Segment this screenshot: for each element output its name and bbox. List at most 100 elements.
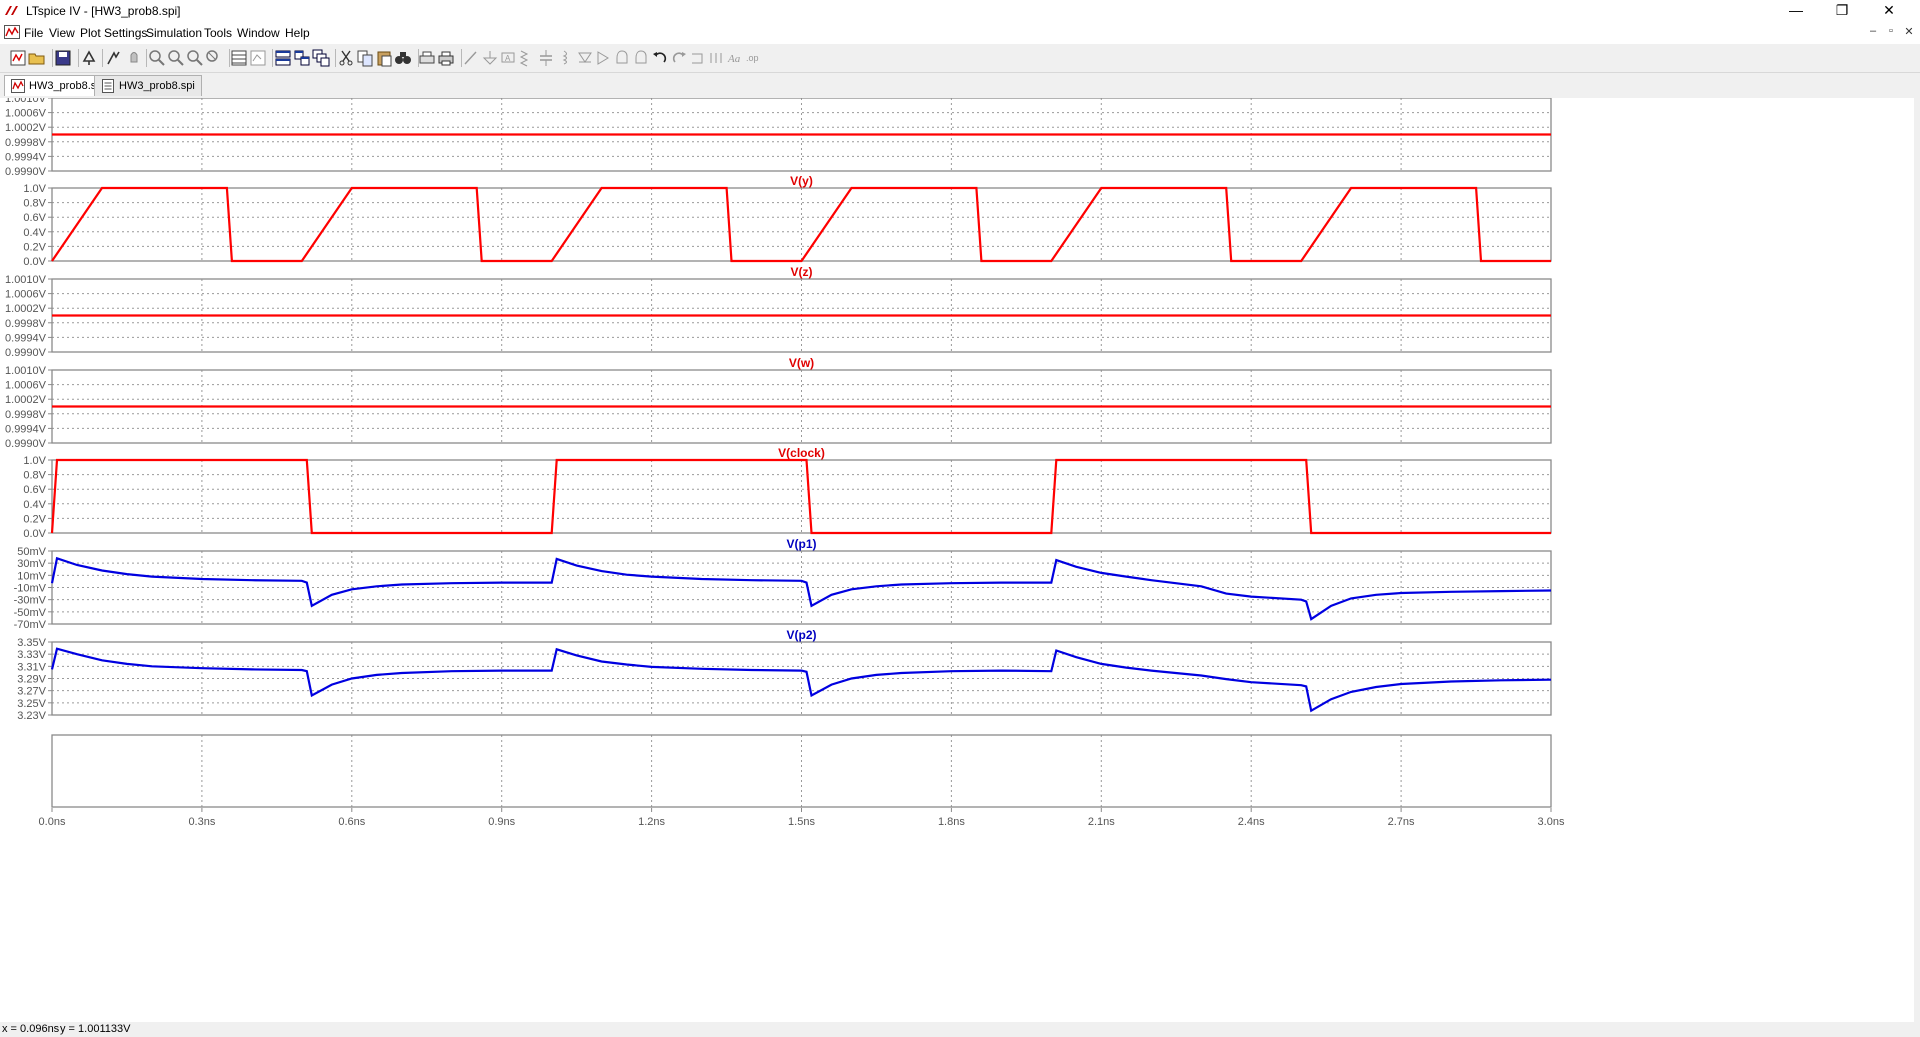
cut-button[interactable] [336, 48, 356, 68]
tab-netlist[interactable]: HW3_prob8.spi [94, 75, 202, 96]
tab-bar: HW3_prob8.spi HW3_prob8.spi [0, 73, 1920, 97]
halt-icon [130, 52, 138, 63]
capacitor-button[interactable] [536, 48, 556, 68]
open-button[interactable] [27, 48, 47, 68]
close-button[interactable]: ✕ [1866, 0, 1912, 22]
y-tick-label: 0.6V [23, 212, 46, 224]
mdi-minimize-button[interactable]: – [1864, 25, 1882, 41]
rotate-icon [692, 53, 703, 64]
undo-button[interactable] [650, 48, 670, 68]
toolbar: A Aa .op [0, 44, 1920, 73]
new-schematic-button[interactable] [8, 48, 28, 68]
menu-view[interactable]: View [49, 26, 75, 40]
label-button[interactable]: A [498, 48, 518, 68]
cascade-button[interactable] [311, 48, 331, 68]
save-icon [55, 50, 71, 66]
wire-icon [464, 51, 477, 65]
mdi-close-button[interactable]: ✕ [1900, 25, 1918, 41]
label-icon: A [501, 52, 515, 63]
wire-button[interactable] [461, 48, 481, 68]
drag-icon [635, 50, 647, 64]
y-tick-label: -30mV [14, 595, 47, 607]
menu-tools[interactable]: Tools [204, 26, 232, 40]
trace-label: V(y) [790, 174, 813, 188]
save-button[interactable] [53, 48, 73, 68]
run-button[interactable] [103, 48, 123, 68]
restore-button[interactable]: ❐ [1819, 0, 1865, 22]
redo-button[interactable] [669, 48, 689, 68]
ground-icon [482, 51, 498, 65]
zoom-in-button[interactable] [147, 48, 167, 68]
title-bar: LTspice IV - [HW3_prob8.spi] — ❐ ✕ [0, 0, 1920, 22]
paste-button[interactable] [374, 48, 394, 68]
toolbar-separator [78, 49, 79, 67]
y-tick-label: 3.33V [17, 649, 46, 661]
find-button[interactable] [393, 48, 413, 68]
autorange-button[interactable] [229, 48, 249, 68]
toolbar-separator [146, 49, 147, 67]
text-button[interactable]: Aa [725, 48, 745, 68]
halt-button[interactable] [124, 48, 144, 68]
print-preview-button[interactable] [417, 48, 437, 68]
y-tick-label: 1.0010V [5, 274, 47, 286]
drag-button[interactable] [631, 48, 651, 68]
y-tick-label: 0.9994V [5, 151, 47, 163]
cascade-icon [312, 49, 330, 67]
zoom-cancel-button[interactable] [204, 48, 224, 68]
control-panel-button[interactable] [79, 48, 99, 68]
print-icon [438, 51, 454, 66]
y-tick-label: 1.0002V [5, 303, 47, 315]
toolbar-separator [272, 49, 273, 67]
zoom-in-icon [149, 50, 165, 66]
tile-vertical-button[interactable] [292, 48, 312, 68]
tile-horizontal-button[interactable] [273, 48, 293, 68]
trace-label: V(z) [791, 265, 813, 279]
tile-vertical-icon [294, 50, 310, 66]
y-tick-label: 0.9994V [5, 423, 47, 435]
zoom-out-button[interactable] [166, 48, 186, 68]
menu-simulation[interactable]: Simulation [146, 26, 202, 40]
component-button[interactable] [593, 48, 613, 68]
diode-button[interactable] [575, 48, 595, 68]
menu-window[interactable]: Window [237, 26, 280, 40]
zoom-fit-icon [187, 50, 203, 66]
trace-label: V(p2) [787, 628, 817, 642]
window-title: LTspice IV - [HW3_prob8.spi] [26, 4, 181, 18]
toolbar-separator [461, 49, 462, 67]
y-tick-label: 3.25V [17, 698, 46, 710]
resistor-button[interactable] [517, 48, 537, 68]
y-tick-label: 0.2V [23, 241, 46, 253]
waveform-plot-area[interactable]: 1.0010V 1.0006V 1.0002V 0.9998V 0.9994V 0.999… [0, 98, 1920, 1022]
mdi-restore-button[interactable]: ▫ [1882, 25, 1900, 41]
move-button[interactable] [612, 48, 632, 68]
x-tick-label: 0.6ns [338, 816, 365, 828]
y-tick-label: -10mV [14, 583, 47, 595]
y-tick-label: 0.8V [23, 470, 46, 482]
y-tick-label: 1.0006V [5, 289, 47, 301]
minimize-button[interactable]: — [1773, 0, 1819, 22]
spice-directive-button[interactable]: .op [743, 48, 763, 68]
zoom-out-icon [168, 50, 184, 66]
y-tick-label: 3.23V [17, 710, 46, 722]
y-tick-label: 0.4V [23, 499, 46, 511]
cursor-y-readout: y = 1.001133V [60, 1023, 131, 1035]
zoom-fit-button[interactable] [185, 48, 205, 68]
y-tick-label: 0.0V [23, 528, 46, 540]
mirror-button[interactable] [706, 48, 726, 68]
rotate-button[interactable] [687, 48, 707, 68]
y-tick-label: -70mV [14, 619, 47, 631]
ground-button[interactable] [480, 48, 500, 68]
menu-plot-settings[interactable]: Plot Settings [80, 26, 147, 40]
inductor-button[interactable] [556, 48, 576, 68]
print-button[interactable] [436, 48, 456, 68]
toolbar-separator [418, 49, 419, 67]
autorange-icon [231, 50, 247, 66]
y-tick-label: 3.31V [17, 661, 46, 673]
copy-button[interactable] [355, 48, 375, 68]
menu-help[interactable]: Help [285, 26, 310, 40]
vertical-scrollbar[interactable] [1914, 98, 1920, 1022]
status-bar: x = 0.096ns y = 1.001133V [0, 1022, 1920, 1037]
menu-file[interactable]: File [24, 26, 43, 40]
x-tick-label: 3.0ns [1538, 816, 1565, 828]
plot-settings-button[interactable] [248, 48, 268, 68]
